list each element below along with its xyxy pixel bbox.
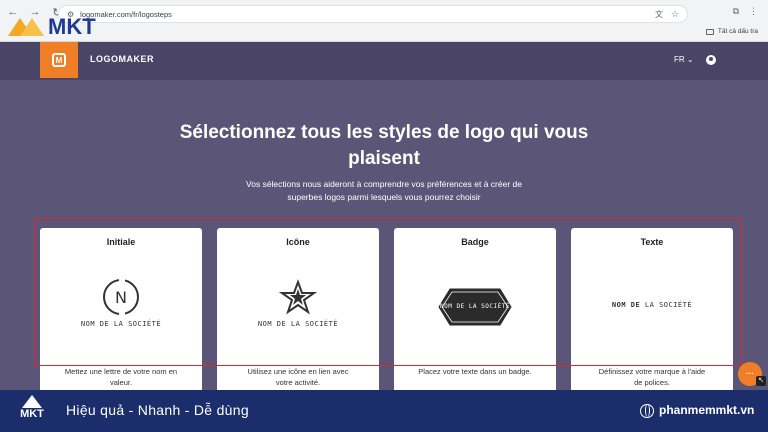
card-description: Utilisez une icône en lien avec votre act… [247, 367, 349, 387]
brand-name[interactable]: LOGOMAKER [90, 54, 154, 64]
mkt-word: MKT [48, 14, 96, 39]
cursor-icon: ↖ [756, 376, 766, 386]
bookmarks-label: Tất cả dấu tra [717, 28, 758, 35]
bookmarks-folder[interactable]: Tất cả dấu tra [705, 28, 758, 35]
user-icon[interactable] [706, 55, 716, 65]
page-title: Sélectionnez tous les styles de logo qui… [0, 120, 768, 172]
subtitle-line-1: Vos sélections nous aideront à comprendr… [246, 179, 522, 189]
logomaker-logo-icon[interactable]: M [40, 42, 78, 78]
mkt-triangle-icon [22, 395, 42, 408]
chevron-down-icon: ⌄ [686, 55, 694, 64]
translate-icon[interactable]: 文 [655, 9, 663, 20]
banner-website: phanmemmkt.vn [659, 403, 755, 417]
highlight-box [34, 218, 742, 366]
toolbar-icons: ⧉ ⋮ [733, 6, 758, 17]
extensions-icon[interactable]: ⧉ [733, 6, 739, 17]
mkt-banner-word: MKT [20, 408, 44, 420]
chat-icon: ··· [746, 369, 754, 378]
mkt-banner-logo: MKT [12, 395, 52, 427]
mkt-watermark-logo: MKT [8, 14, 96, 40]
title-line-2: plaisent [348, 148, 420, 169]
bookmark-star-icon[interactable]: ☆ [671, 9, 679, 20]
card-description: Placez votre texte dans un badge. [418, 367, 532, 376]
address-bar[interactable]: ⚙ logomaker.com/fr/logosteps 文 ☆ [58, 5, 688, 23]
browser-toolbar: ← → ↻ ⚙ logomaker.com/fr/logosteps 文 ☆ ⧉… [0, 0, 768, 42]
title-line-1: Sélectionnez tous les styles de logo qui… [179, 122, 589, 143]
subtitle-line-2: superbes logos parmi lesquels vous pourr… [287, 192, 481, 202]
language-selector[interactable]: FR ⌄ [674, 55, 694, 64]
menu-icon[interactable]: ⋮ [749, 6, 758, 17]
promo-banner: MKT Hiệu quả - Nhanh - Dễ dùng phanmemmk… [0, 390, 768, 432]
mkt-mark-icon [8, 14, 46, 40]
globe-icon [640, 404, 654, 418]
page-subtitle: Vos sélections nous aideront à comprendr… [184, 178, 584, 204]
banner-slogan: Hiệu quả - Nhanh - Dễ dùng [66, 402, 249, 418]
language-label: FR [674, 55, 685, 64]
card-description: Mettez une lettre de votre nom en valeur. [64, 367, 178, 387]
folder-icon [705, 28, 714, 35]
card-description: Définissez votre marque à l'aide de polic… [598, 367, 706, 387]
